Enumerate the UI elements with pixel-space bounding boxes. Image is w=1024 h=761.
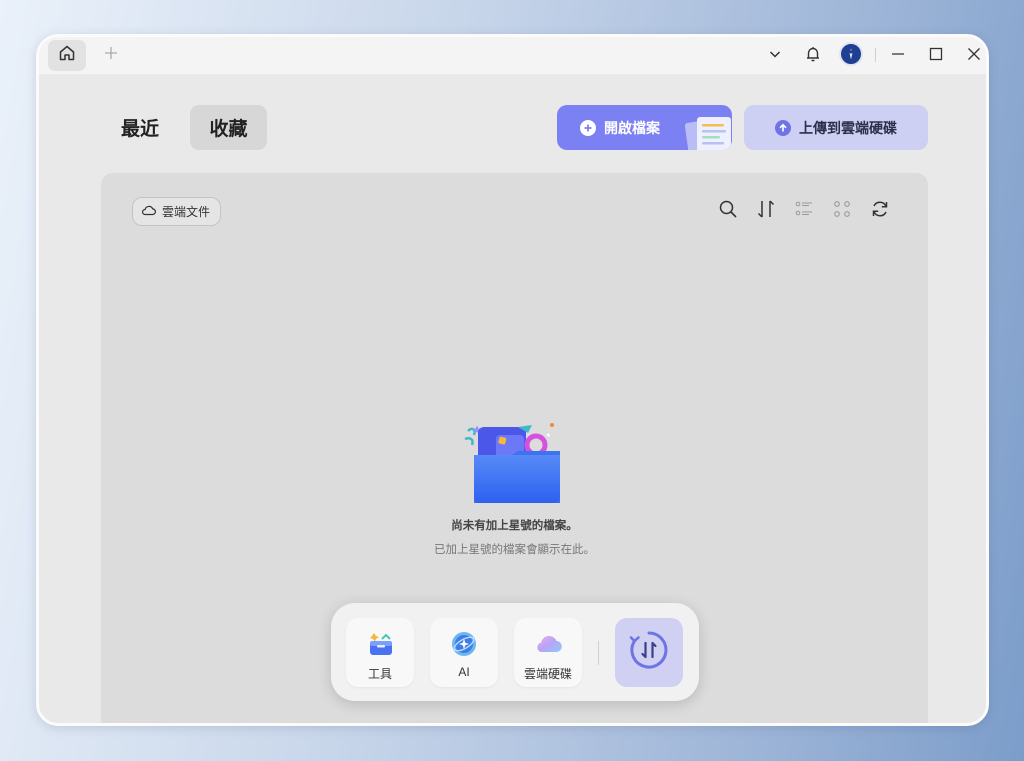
plus-circle-icon [580, 119, 596, 136]
cloud-documents-chip[interactable]: 雲端文件 [132, 197, 222, 226]
tools-label: 工具 [367, 667, 392, 681]
bell-icon [804, 45, 822, 68]
home-icon [58, 44, 76, 67]
documents-illustration-icon [683, 111, 732, 150]
cloud-documents-label: 雲端文件 [162, 205, 211, 219]
cloud-drive-icon [532, 628, 564, 660]
open-file-label: 開啟檔案 [604, 119, 660, 136]
refresh-icon [870, 199, 890, 224]
minimize-button[interactable] [885, 43, 911, 69]
maximize-icon [929, 47, 943, 66]
close-button[interactable] [961, 43, 986, 69]
tab-favorites-label: 收藏 [209, 119, 248, 140]
search-button[interactable] [716, 199, 740, 223]
grid-view-icon [832, 199, 852, 224]
empty-folder-illustration [462, 421, 566, 503]
upload-to-cloud-button[interactable]: 上傳到雲端硬碟 [744, 105, 928, 150]
minimize-icon [891, 47, 905, 66]
list-view-button[interactable] [792, 199, 816, 223]
tab-favorites[interactable]: 收藏 [190, 105, 267, 150]
transfer-button[interactable] [615, 618, 683, 687]
quick-access-dock: 工具 AI 雲端硬碟 [331, 603, 699, 701]
toolbox-icon [364, 628, 396, 660]
ai-orb-icon [448, 628, 480, 660]
plus-icon [104, 46, 118, 65]
list-view-icon [794, 199, 814, 224]
chevron-down-icon [768, 47, 782, 66]
new-tab-button[interactable] [99, 43, 123, 67]
app-window: 最近 收藏 開啟檔案 上傳到雲端硬碟 雲端文件 尚未有加上星號的檔案。 已加上星… [36, 34, 989, 726]
titlebar-divider [875, 48, 876, 62]
maximize-button[interactable] [923, 43, 949, 69]
home-tab[interactable] [48, 40, 86, 71]
empty-state-title: 尚未有加上星號的檔案。 [451, 520, 578, 532]
cloud-icon [141, 204, 156, 219]
cloud-drive-button[interactable]: 雲端硬碟 [514, 618, 582, 687]
close-icon [967, 47, 981, 66]
tab-recent[interactable]: 最近 [111, 105, 169, 149]
dock-divider [598, 641, 599, 665]
notifications-button[interactable] [800, 43, 826, 69]
cloud-drive-label: 雲端硬碟 [523, 667, 572, 681]
avatar[interactable] [839, 42, 863, 66]
ai-label: AI [458, 665, 470, 679]
tab-recent-label: 最近 [120, 118, 159, 140]
empty-state-subtitle: 已加上星號的檔案會顯示在此。 [434, 544, 595, 556]
sort-icon [756, 199, 776, 224]
ai-button[interactable]: AI [430, 618, 498, 687]
tools-button[interactable]: 工具 [346, 618, 414, 687]
search-icon [718, 199, 738, 224]
title-bar [39, 37, 986, 74]
open-file-button[interactable]: 開啟檔案 [557, 105, 732, 150]
grid-view-button[interactable] [830, 199, 854, 223]
transfer-icon [628, 629, 670, 676]
sort-button[interactable] [754, 199, 778, 223]
upload-to-cloud-label: 上傳到雲端硬碟 [799, 119, 897, 136]
refresh-button[interactable] [868, 199, 892, 223]
upload-icon [775, 119, 791, 136]
dropdown-button[interactable] [762, 43, 788, 69]
